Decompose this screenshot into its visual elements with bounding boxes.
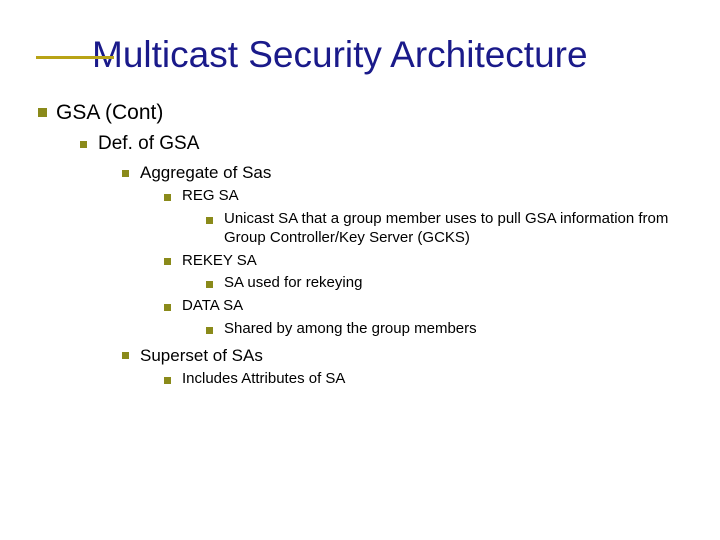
bullet-lvl5: SA used for rekeying bbox=[204, 274, 684, 293]
bullet-list-lvl5: Shared by among the group members bbox=[204, 320, 684, 339]
bullet-text: Def. of GSA bbox=[98, 133, 199, 154]
bullet-lvl4: DATA SA Shared by among the group member… bbox=[162, 297, 684, 339]
bullet-text: SA used for rekeying bbox=[224, 274, 362, 291]
bullet-lvl4: Includes Attributes of SA bbox=[162, 370, 684, 389]
bullet-lvl5: Shared by among the group members bbox=[204, 320, 684, 339]
bullet-list-lvl1: GSA (Cont) Def. of GSA Aggregate of Sas … bbox=[36, 100, 684, 389]
bullet-list-lvl2: Def. of GSA Aggregate of Sas REG SA Unic… bbox=[78, 132, 684, 388]
bullet-lvl2: Def. of GSA Aggregate of Sas REG SA Unic… bbox=[78, 132, 684, 388]
bullet-list-lvl3: Aggregate of Sas REG SA Unicast SA that … bbox=[120, 162, 684, 389]
slide-title: Multicast Security Architecture bbox=[92, 34, 684, 76]
bullet-text: Shared by among the group members bbox=[224, 320, 477, 337]
bullet-text: Aggregate of Sas bbox=[140, 163, 271, 182]
bullet-text: GSA (Cont) bbox=[56, 101, 163, 124]
bullet-list-lvl5: Unicast SA that a group member uses to p… bbox=[204, 210, 684, 248]
bullet-text: Unicast SA that a group member uses to p… bbox=[224, 210, 668, 246]
title-accent-line bbox=[36, 56, 114, 59]
slide: Multicast Security Architecture GSA (Con… bbox=[0, 0, 720, 540]
bullet-text: Superset of SAs bbox=[140, 346, 263, 365]
bullet-list-lvl4: Includes Attributes of SA bbox=[162, 370, 684, 389]
bullet-text: Includes Attributes of SA bbox=[182, 370, 345, 387]
bullet-lvl1: GSA (Cont) Def. of GSA Aggregate of Sas … bbox=[36, 100, 684, 389]
bullet-list-lvl4: REG SA Unicast SA that a group member us… bbox=[162, 187, 684, 338]
bullet-lvl3: Superset of SAs Includes Attributes of S… bbox=[120, 345, 684, 389]
bullet-lvl5: Unicast SA that a group member uses to p… bbox=[204, 210, 684, 248]
bullet-list-lvl5: SA used for rekeying bbox=[204, 274, 684, 293]
bullet-lvl4: REKEY SA SA used for rekeying bbox=[162, 252, 684, 294]
bullet-text: DATA SA bbox=[182, 297, 243, 314]
bullet-lvl4: REG SA Unicast SA that a group member us… bbox=[162, 187, 684, 247]
bullet-lvl3: Aggregate of Sas REG SA Unicast SA that … bbox=[120, 162, 684, 339]
bullet-text: REG SA bbox=[182, 187, 239, 204]
bullet-text: REKEY SA bbox=[182, 252, 257, 269]
